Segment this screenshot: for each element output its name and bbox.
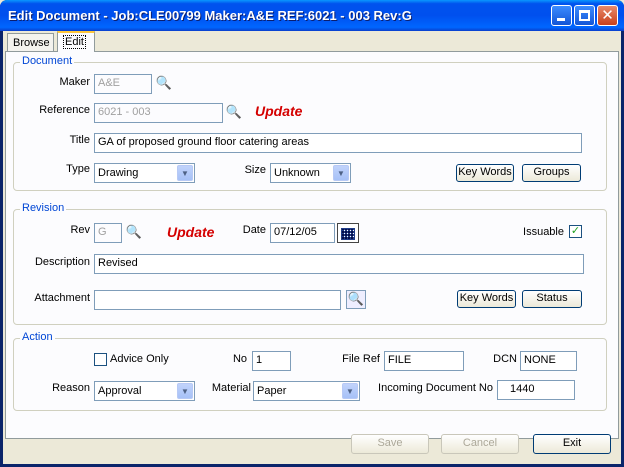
maker-search-button[interactable]: 🔍 bbox=[155, 75, 173, 93]
reason-select-value: Approval bbox=[98, 385, 142, 397]
advice-only-label: Advice Only bbox=[110, 353, 169, 365]
window-title: Edit Document - Job:CLE00799 Maker:A&E R… bbox=[8, 8, 412, 23]
groups-button[interactable]: Groups bbox=[522, 164, 581, 182]
attachment-browse-button[interactable]: 🔍 bbox=[346, 290, 366, 309]
advice-only-checkbox[interactable] bbox=[94, 353, 107, 366]
chevron-down-icon[interactable]: ▼ bbox=[177, 383, 193, 399]
save-button[interactable]: Save bbox=[351, 434, 429, 454]
material-label: Material bbox=[211, 382, 251, 394]
chevron-down-icon[interactable]: ▼ bbox=[342, 383, 358, 399]
close-button[interactable]: ✕ bbox=[597, 5, 618, 26]
document-keywords-button[interactable]: Key Words bbox=[456, 164, 514, 182]
calendar-icon bbox=[341, 228, 355, 240]
maximize-button[interactable] bbox=[574, 5, 595, 26]
fileref-field[interactable]: FILE bbox=[384, 351, 464, 371]
tab-browse-label: Browse bbox=[13, 37, 50, 49]
attachment-field[interactable] bbox=[94, 290, 341, 310]
maker-field[interactable]: A&E bbox=[94, 74, 152, 94]
size-select-value: Unknown bbox=[274, 167, 320, 179]
revision-update-label: Update bbox=[167, 224, 215, 240]
issuable-checkbox[interactable]: ✓ bbox=[569, 225, 582, 238]
close-icon: ✕ bbox=[601, 7, 614, 24]
chevron-down-icon[interactable]: ▼ bbox=[333, 165, 349, 181]
document-group: Document Maker A&E 🔍 Reference 6021 - 00… bbox=[13, 55, 607, 191]
material-select[interactable]: Paper ▼ bbox=[253, 381, 360, 401]
title-label: Title bbox=[69, 134, 90, 146]
revision-group: Revision Rev G 🔍 Update Date 07/12/05 Is… bbox=[13, 202, 607, 325]
tab-browse[interactable]: Browse bbox=[7, 33, 54, 52]
issuable-label: Issuable bbox=[523, 226, 564, 238]
date-label: Date bbox=[242, 224, 266, 236]
incoming-label: Incoming Document No bbox=[378, 382, 493, 394]
date-field[interactable]: 07/12/05 bbox=[270, 223, 335, 243]
attachment-label: Attachment bbox=[34, 292, 90, 304]
reason-select[interactable]: Approval ▼ bbox=[94, 381, 195, 401]
description-field[interactable]: Revised bbox=[94, 254, 584, 274]
magnifier-icon: 🔍 bbox=[225, 104, 243, 119]
title-field[interactable]: GA of proposed ground floor catering are… bbox=[94, 133, 582, 153]
rev-label: Rev bbox=[70, 224, 90, 236]
revision-group-title: Revision bbox=[20, 202, 67, 214]
edit-panel: Document Maker A&E 🔍 Reference 6021 - 00… bbox=[5, 51, 619, 439]
cancel-button[interactable]: Cancel bbox=[441, 434, 519, 454]
magnifier-icon: 🔍 bbox=[125, 224, 143, 239]
reference-update-label: Update bbox=[255, 103, 303, 119]
maximize-icon bbox=[579, 10, 590, 21]
reference-field[interactable]: 6021 - 003 bbox=[94, 103, 223, 123]
description-label: Description bbox=[34, 256, 90, 268]
size-label: Size bbox=[244, 164, 266, 176]
window: Edit Document - Job:CLE00799 Maker:A&E R… bbox=[0, 0, 624, 467]
no-field[interactable]: 1 bbox=[252, 351, 291, 371]
fileref-label: File Ref bbox=[342, 353, 380, 365]
calendar-button[interactable] bbox=[337, 223, 359, 243]
maker-label: Maker bbox=[59, 76, 90, 88]
dcn-label: DCN bbox=[493, 353, 517, 365]
chevron-down-icon[interactable]: ▼ bbox=[177, 165, 193, 181]
exit-button[interactable]: Exit bbox=[533, 434, 611, 454]
type-select-value: Drawing bbox=[98, 167, 139, 179]
document-group-title: Document bbox=[20, 55, 75, 67]
reference-search-button[interactable]: 🔍 bbox=[225, 104, 243, 122]
reason-label: Reason bbox=[52, 382, 90, 394]
minimize-button[interactable] bbox=[551, 5, 572, 26]
reference-label: Reference bbox=[39, 104, 90, 116]
tab-edit-label: Edit bbox=[63, 35, 86, 49]
type-select[interactable]: Drawing ▼ bbox=[94, 163, 195, 183]
rev-field[interactable]: G bbox=[94, 223, 122, 243]
rev-search-button[interactable]: 🔍 bbox=[125, 224, 143, 242]
title-bar[interactable]: Edit Document - Job:CLE00799 Maker:A&E R… bbox=[0, 0, 624, 31]
status-button[interactable]: Status bbox=[522, 290, 582, 308]
revision-keywords-button[interactable]: Key Words bbox=[457, 290, 516, 308]
material-select-value: Paper bbox=[257, 385, 287, 397]
tab-edit[interactable]: Edit bbox=[57, 31, 95, 52]
action-group-title: Action bbox=[20, 331, 55, 343]
magnifier-icon: 🔍 bbox=[155, 75, 173, 90]
incoming-field[interactable]: 1440 bbox=[497, 380, 575, 400]
minimize-icon bbox=[557, 18, 565, 21]
client-area: Browse Edit Document Maker A&E 🔍 Referen… bbox=[3, 31, 621, 464]
no-label: No bbox=[232, 353, 247, 365]
type-label: Type bbox=[66, 163, 90, 175]
magnifier-icon: 🔍 bbox=[347, 291, 365, 306]
size-select[interactable]: Unknown ▼ bbox=[270, 163, 351, 183]
checkmark-icon: ✓ bbox=[570, 225, 581, 237]
dcn-field[interactable]: NONE bbox=[520, 351, 577, 371]
action-group: Action Advice Only No 1 File Ref FILE DC… bbox=[13, 331, 607, 411]
